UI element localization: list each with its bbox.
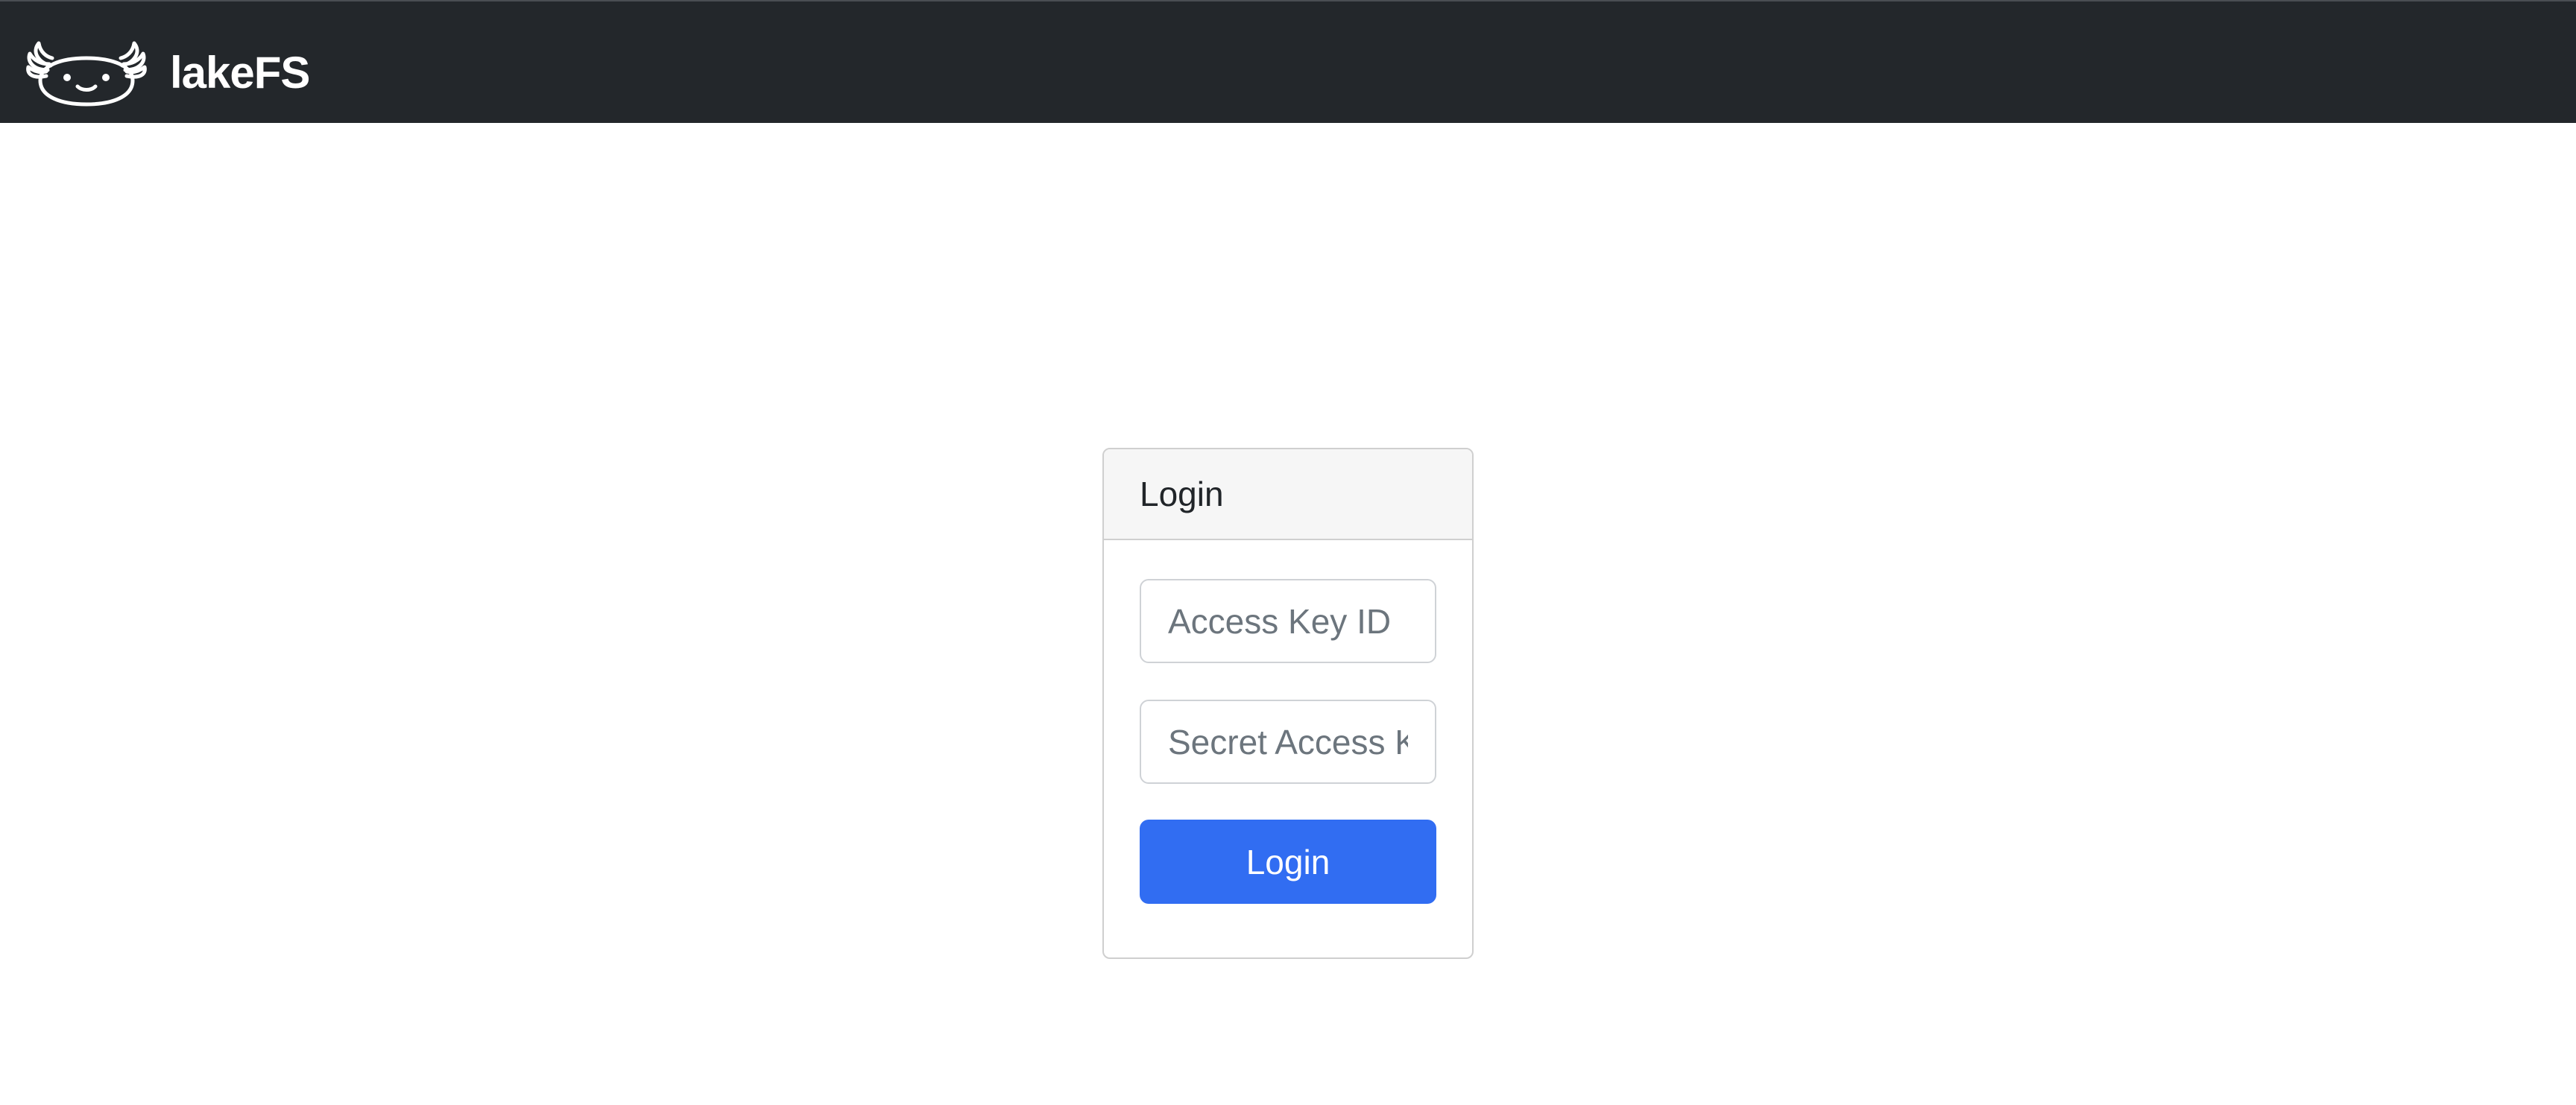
lakefs-axolotl-logo-icon (26, 41, 147, 107)
login-card-header: Login (1104, 449, 1472, 540)
secret-access-key-input[interactable] (1140, 700, 1436, 784)
login-card-title: Login (1140, 475, 1224, 513)
login-button[interactable]: Login (1140, 820, 1436, 904)
access-key-id-input[interactable] (1140, 579, 1436, 663)
brand-home-link[interactable]: lakeFS (25, 37, 310, 109)
login-card: Login Login (1102, 448, 1474, 959)
top-navbar: lakeFS (0, 0, 2576, 123)
brand-name: lakeFS (170, 48, 310, 98)
